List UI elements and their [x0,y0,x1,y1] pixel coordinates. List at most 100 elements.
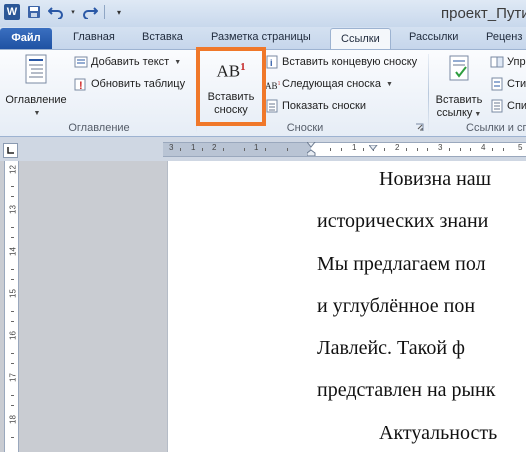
citation-icon [447,54,471,84]
chevron-down-icon: ▼ [33,110,41,117]
add-text-label: Добавить текст [91,56,170,68]
ruler-tick [384,148,385,151]
ruler-tick [11,311,14,312]
document-line: Мы предлагаем пол [317,253,486,275]
document-page[interactable]: Новизна наш исторических знани Мы предла… [167,161,526,452]
ruler-tick [265,148,266,151]
svg-text:i: i [270,58,273,68]
tab-home[interactable]: Главная [73,27,115,49]
ruler-number: 1 [191,143,196,152]
chevron-down-icon: ▼ [474,111,482,118]
ruler-tick [11,363,14,364]
qat-separator [104,5,105,19]
toc-group-label: Оглавление [68,122,130,134]
ruler-number: 5 [518,143,523,152]
add-text-icon [74,55,88,69]
show-notes-icon [265,99,279,113]
toc-icon [24,54,48,84]
ruler-tick [427,148,428,151]
style-label: Сти [507,78,526,90]
ruler-tick [11,186,14,187]
document-line: Актуальность [379,422,498,444]
undo-dropdown-icon[interactable]: ▾ [70,4,76,20]
toc-button-label: Оглавление [5,94,67,106]
insert-endnote-label: Вставить концевую сноску [282,56,418,68]
quick-access-toolbar: W ▾ ▾ [4,4,127,20]
tab-selector-icon[interactable] [3,143,18,158]
citations-group-label: Ссылки и сп [466,122,526,134]
ruler-tick [287,148,288,151]
customize-qat-icon[interactable]: ▾ [111,4,127,20]
tab-file[interactable]: Файл [0,28,52,49]
ruler-tick [406,148,407,151]
tab-review[interactable]: Реценз [486,27,522,49]
style-icon [490,77,504,91]
show-notes-button[interactable]: Показать сноски [265,97,366,115]
style-button[interactable]: Сти [490,75,526,93]
document-title: проект_Пути [441,5,526,22]
title-bar: W ▾ ▾ проект_Пути [0,0,526,27]
ruler-tick [11,237,14,238]
document-line: Лавлейс. Такой ф [317,337,466,359]
ruler-tick [11,279,14,280]
ruler-number: 12 [8,165,18,174]
tab-insert[interactable]: Вставка [142,27,183,49]
ruler-tick [223,148,224,151]
horizontal-ruler[interactable]: 3 1 2 1 1 2 3 4 5 [163,141,526,157]
ruler-number: 17 [8,373,18,382]
ruler-number: 3 [169,143,174,152]
ruler-number: 16 [8,331,18,340]
add-text-button[interactable]: Добавить текст ▼ [74,53,181,71]
manage-sources-icon [490,55,504,69]
ruler-tick [244,148,245,151]
ruler-number: 4 [481,143,486,152]
next-footnote-button[interactable]: AB1 Следующая сноска ▼ [265,75,393,93]
tab-references[interactable]: Ссылки [330,28,391,50]
insert-endnote-button[interactable]: i Вставить концевую сноску [265,53,417,71]
ruler-number: 18 [8,415,18,424]
insert-citation-button[interactable]: Вставить ссылку ▼ [432,54,486,121]
hanging-indent-icon[interactable] [367,142,379,151]
next-footnote-icon: AB1 [265,81,281,91]
ruler-tick [330,148,331,151]
ruler-tick [363,148,364,151]
save-icon[interactable] [26,4,42,20]
vertical-ruler[interactable]: 12 13 14 15 16 17 18 [4,161,19,452]
insert-citation-label-line1: Вставить [435,94,483,106]
ruler-tick [417,148,418,151]
tab-mailings[interactable]: Рассылки [409,27,458,49]
ruler-tick [449,148,450,151]
document-line: представлен на рынк [317,379,496,401]
document-line: Новизна наш [379,168,492,190]
bibliography-icon [490,99,504,113]
group-separator [428,54,429,134]
ruler-number: 3 [438,143,443,152]
ribbon-tab-row: Файл Главная Вставка Разметка страницы С… [0,27,526,50]
update-table-button[interactable]: ! Обновить таблицу [74,75,185,93]
ruler-tick [11,227,14,228]
ruler-number: 2 [212,143,217,152]
ruler-tick [503,148,504,151]
ruler-row: 3 1 2 1 1 2 3 4 5 [0,137,526,161]
ruler-tick [460,148,461,151]
ruler-tick [11,353,14,354]
word-app-icon[interactable]: W [4,4,20,20]
ruler-tick [202,148,203,151]
tab-page-layout[interactable]: Разметка страницы [211,27,311,49]
ruler-number: 14 [8,247,18,256]
manage-sources-button[interactable]: Упр [490,53,526,71]
dialog-launcher-icon[interactable] [415,123,424,132]
redo-icon[interactable] [82,4,98,20]
bibliography-button[interactable]: Спи [490,97,526,115]
footnotes-group-label: Сноски [286,122,324,134]
update-table-label: Обновить таблицу [91,78,186,90]
document-line: и углублённое пон [317,295,476,317]
ruler-number: 1 [254,143,259,152]
ruler-tick [11,269,14,270]
first-line-indent-icon[interactable] [305,141,317,157]
manage-sources-label: Упр [507,56,526,68]
undo-icon[interactable] [48,4,64,20]
bibliography-label: Спи [507,100,526,112]
toc-button[interactable]: Оглавление ▼ [4,54,68,120]
footnote-highlight-frame [196,47,266,126]
